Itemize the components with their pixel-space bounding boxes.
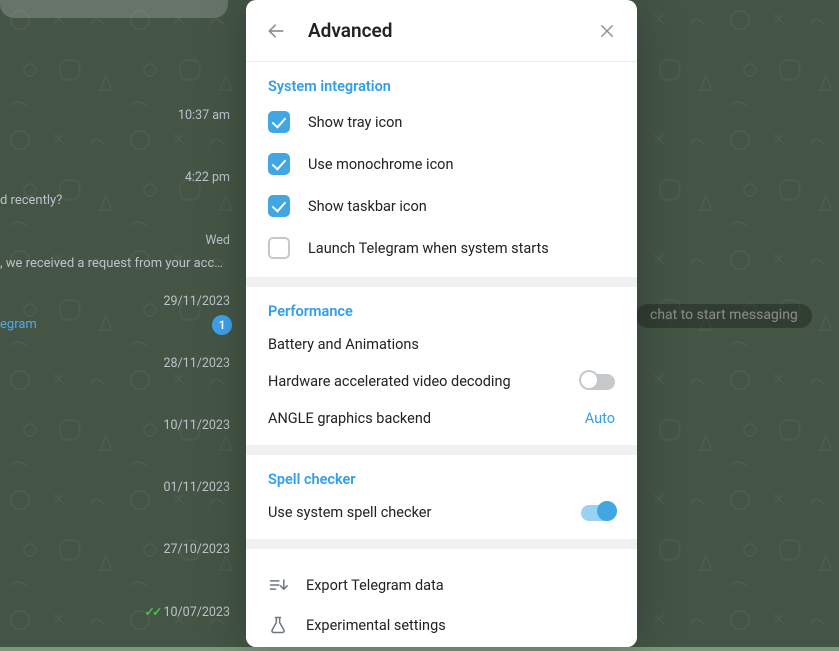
chat-date: 28/11/2023	[163, 356, 230, 371]
checkbox-icon	[268, 153, 290, 175]
option-label: Use system spell checker	[268, 504, 431, 521]
export-icon	[268, 575, 288, 595]
option-show-taskbar-icon[interactable]: Show taskbar icon	[246, 185, 637, 227]
action-export-data[interactable]: Export Telegram data	[246, 565, 637, 605]
group-spell-checker: Spell checker Use system spell checker	[246, 455, 637, 539]
panel-header: Advanced	[246, 0, 637, 62]
toggle-switch	[581, 505, 615, 521]
checkbox-icon	[268, 195, 290, 217]
chat-list: 10:37 am 4:22 pm d recently? Wed , we re…	[0, 0, 244, 647]
unread-badge: 1	[212, 315, 232, 335]
option-label: Use monochrome icon	[308, 156, 453, 173]
chat-date: ✓✓10/07/2023	[145, 604, 230, 620]
option-label: Battery and Animations	[268, 336, 419, 353]
option-label: Experimental settings	[306, 617, 446, 634]
group-title: System integration	[246, 78, 637, 101]
group-title: Spell checker	[246, 471, 637, 494]
back-button[interactable]	[262, 17, 290, 45]
option-label: Hardware accelerated video decoding	[268, 373, 511, 390]
chat-date: 01/11/2023	[163, 480, 230, 495]
checkbox-icon	[268, 237, 290, 259]
flask-icon	[268, 615, 288, 635]
checkbox-icon	[268, 111, 290, 133]
settings-panel: Advanced System integration Show tray ic…	[246, 0, 637, 647]
chat-snippet: egram	[0, 317, 37, 332]
option-monochrome-icon[interactable]: Use monochrome icon	[246, 143, 637, 185]
chat-date: 10/11/2023	[163, 418, 230, 433]
group-system-integration: System integration Show tray icon Use mo…	[246, 62, 637, 277]
option-show-tray-icon[interactable]: Show tray icon	[246, 101, 637, 143]
chat-preview-bubble	[0, 0, 228, 18]
chat-snippet: d recently?	[0, 193, 62, 208]
option-battery-animations[interactable]: Battery and Animations	[246, 326, 637, 363]
group-title: Performance	[246, 303, 637, 326]
toggle-switch	[581, 374, 615, 390]
option-hw-video-decoding[interactable]: Hardware accelerated video decoding	[246, 363, 637, 400]
chat-date: 29/11/2023	[163, 294, 230, 309]
option-label: Show taskbar icon	[308, 198, 427, 215]
close-button[interactable]	[593, 17, 621, 45]
option-launch-on-start[interactable]: Launch Telegram when system starts	[246, 227, 637, 269]
option-angle-backend[interactable]: ANGLE graphics backend Auto	[246, 400, 637, 437]
chat-time: 10:37 am	[178, 108, 230, 123]
action-experimental-settings[interactable]: Experimental settings	[246, 605, 637, 645]
panel-title: Advanced	[308, 19, 575, 42]
chat-date: 27/10/2023	[163, 542, 230, 557]
option-label: Show tray icon	[308, 114, 402, 131]
option-label: Export Telegram data	[306, 577, 444, 594]
group-other: Export Telegram data Experimental settin…	[246, 549, 637, 647]
chat-snippet: , we received a request from your acc…	[0, 256, 223, 271]
option-system-spell-checker[interactable]: Use system spell checker	[246, 494, 637, 531]
group-performance: Performance Battery and Animations Hardw…	[246, 287, 637, 445]
option-value: Auto	[585, 410, 615, 427]
arrow-left-icon	[266, 21, 286, 41]
close-icon	[598, 22, 616, 40]
option-label: Launch Telegram when system starts	[308, 240, 549, 257]
option-label: ANGLE graphics backend	[268, 410, 431, 427]
read-checks-icon: ✓✓	[145, 605, 160, 620]
panel-body: System integration Show tray icon Use mo…	[246, 62, 637, 647]
chat-time: 4:22 pm	[185, 170, 230, 185]
chat-date: Wed	[205, 233, 230, 248]
